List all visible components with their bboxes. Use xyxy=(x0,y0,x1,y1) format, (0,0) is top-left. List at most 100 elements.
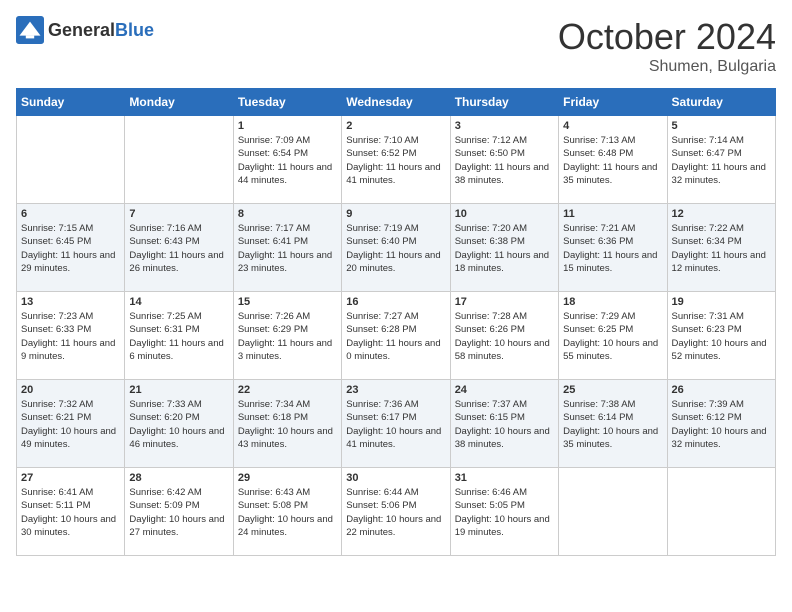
cell-info: Sunrise: 6:44 AMSunset: 5:06 PMDaylight:… xyxy=(346,487,441,538)
day-number: 10 xyxy=(455,208,554,220)
calendar-cell: 15Sunrise: 7:26 AMSunset: 6:29 PMDayligh… xyxy=(233,292,341,380)
calendar-cell: 8 Sunrise: 7:17 AMSunset: 6:41 PMDaylight… xyxy=(233,204,341,292)
day-number: 24 xyxy=(455,384,554,396)
day-number: 11 xyxy=(563,208,662,220)
cell-info: Sunrise: 7:10 AMSunset: 6:52 PMDaylight:… xyxy=(346,135,440,186)
day-number: 5 xyxy=(672,120,771,132)
calendar-cell: 2 Sunrise: 7:10 AMSunset: 6:52 PMDaylight… xyxy=(342,116,450,204)
day-number: 23 xyxy=(346,384,445,396)
calendar-week-4: 27Sunrise: 6:41 AMSunset: 5:11 PMDayligh… xyxy=(17,468,776,556)
cell-info: Sunrise: 7:22 AMSunset: 6:34 PMDaylight:… xyxy=(672,223,766,274)
calendar-cell xyxy=(559,468,667,556)
cell-info: Sunrise: 7:19 AMSunset: 6:40 PMDaylight:… xyxy=(346,223,440,274)
cell-info: Sunrise: 6:43 AMSunset: 5:08 PMDaylight:… xyxy=(238,487,333,538)
day-number: 22 xyxy=(238,384,337,396)
location-title: Shumen, Bulgaria xyxy=(558,58,776,76)
day-number: 28 xyxy=(129,472,228,484)
logo-general: General xyxy=(48,20,115,40)
logo-blue: Blue xyxy=(115,20,154,40)
cell-info: Sunrise: 7:15 AMSunset: 6:45 PMDaylight:… xyxy=(21,223,115,274)
calendar-cell: 11 Sunrise: 7:21 AMSunset: 6:36 PMDayligh… xyxy=(559,204,667,292)
weekday-header-saturday: Saturday xyxy=(667,89,775,116)
day-number: 18 xyxy=(563,296,662,308)
calendar-cell: 26 Sunrise: 7:39 AMSunset: 6:12 PMDayligh… xyxy=(667,380,775,468)
cell-info: Sunrise: 7:31 AMSunset: 6:23 PMDaylight:… xyxy=(672,311,767,362)
day-number: 17 xyxy=(455,296,554,308)
cell-info: Sunrise: 7:20 AMSunset: 6:38 PMDaylight:… xyxy=(455,223,549,274)
day-number: 4 xyxy=(563,120,662,132)
cell-info: Sunrise: 7:09 AMSunset: 6:54 PMDaylight:… xyxy=(238,135,332,186)
calendar-cell: 9 Sunrise: 7:19 AMSunset: 6:40 PMDaylight… xyxy=(342,204,450,292)
cell-info: Sunrise: 7:27 AMSunset: 6:28 PMDaylight:… xyxy=(346,311,440,362)
calendar-cell: 25Sunrise: 7:38 AMSunset: 6:14 PMDayligh… xyxy=(559,380,667,468)
calendar-cell: 29 Sunrise: 6:43 AMSunset: 5:08 PMDayligh… xyxy=(233,468,341,556)
day-number: 20 xyxy=(21,384,120,396)
day-number: 2 xyxy=(346,120,445,132)
logo: GeneralBlue xyxy=(16,16,154,44)
cell-info: Sunrise: 7:14 AMSunset: 6:47 PMDaylight:… xyxy=(672,135,766,186)
calendar-week-0: 1 Sunrise: 7:09 AMSunset: 6:54 PMDaylight… xyxy=(17,116,776,204)
calendar-cell: 4 Sunrise: 7:13 AMSunset: 6:48 PMDaylight… xyxy=(559,116,667,204)
cell-info: Sunrise: 7:39 AMSunset: 6:12 PMDaylight:… xyxy=(672,399,767,450)
calendar-cell: 19Sunrise: 7:31 AMSunset: 6:23 PMDayligh… xyxy=(667,292,775,380)
calendar-cell: 20 Sunrise: 7:32 AMSunset: 6:21 PMDayligh… xyxy=(17,380,125,468)
calendar-cell: 13 Sunrise: 7:23 AMSunset: 6:33 PMDayligh… xyxy=(17,292,125,380)
cell-info: Sunrise: 6:42 AMSunset: 5:09 PMDaylight:… xyxy=(129,487,224,538)
day-number: 1 xyxy=(238,120,337,132)
page-header: GeneralBlue October 2024 Shumen, Bulgari… xyxy=(16,16,776,76)
calendar-cell: 16 Sunrise: 7:27 AMSunset: 6:28 PMDayligh… xyxy=(342,292,450,380)
calendar-cell: 30 Sunrise: 6:44 AMSunset: 5:06 PMDayligh… xyxy=(342,468,450,556)
calendar-cell: 28 Sunrise: 6:42 AMSunset: 5:09 PMDayligh… xyxy=(125,468,233,556)
day-number: 21 xyxy=(129,384,228,396)
calendar-body: 1 Sunrise: 7:09 AMSunset: 6:54 PMDaylight… xyxy=(17,116,776,556)
logo-icon xyxy=(16,16,44,44)
cell-info: Sunrise: 7:13 AMSunset: 6:48 PMDaylight:… xyxy=(563,135,657,186)
day-number: 30 xyxy=(346,472,445,484)
calendar-week-2: 13 Sunrise: 7:23 AMSunset: 6:33 PMDayligh… xyxy=(17,292,776,380)
day-number: 13 xyxy=(21,296,120,308)
weekday-header-row: SundayMondayTuesdayWednesdayThursdayFrid… xyxy=(17,89,776,116)
cell-info: Sunrise: 6:46 AMSunset: 5:05 PMDaylight:… xyxy=(455,487,550,538)
cell-info: Sunrise: 6:41 AMSunset: 5:11 PMDaylight:… xyxy=(21,487,116,538)
weekday-header-tuesday: Tuesday xyxy=(233,89,341,116)
cell-info: Sunrise: 7:36 AMSunset: 6:17 PMDaylight:… xyxy=(346,399,441,450)
day-number: 16 xyxy=(346,296,445,308)
title-block: October 2024 Shumen, Bulgaria xyxy=(558,16,776,76)
calendar-cell: 3 Sunrise: 7:12 AMSunset: 6:50 PMDaylight… xyxy=(450,116,558,204)
calendar-cell: 7 Sunrise: 7:16 AMSunset: 6:43 PMDaylight… xyxy=(125,204,233,292)
calendar-cell: 21 Sunrise: 7:33 AMSunset: 6:20 PMDayligh… xyxy=(125,380,233,468)
calendar-cell: 23 Sunrise: 7:36 AMSunset: 6:17 PMDayligh… xyxy=(342,380,450,468)
weekday-header-wednesday: Wednesday xyxy=(342,89,450,116)
cell-info: Sunrise: 7:23 AMSunset: 6:33 PMDaylight:… xyxy=(21,311,115,362)
day-number: 6 xyxy=(21,208,120,220)
calendar-cell: 14Sunrise: 7:25 AMSunset: 6:31 PMDayligh… xyxy=(125,292,233,380)
day-number: 7 xyxy=(129,208,228,220)
day-number: 8 xyxy=(238,208,337,220)
day-number: 26 xyxy=(672,384,771,396)
weekday-header-monday: Monday xyxy=(125,89,233,116)
cell-info: Sunrise: 7:12 AMSunset: 6:50 PMDaylight:… xyxy=(455,135,549,186)
calendar-cell: 24Sunrise: 7:37 AMSunset: 6:15 PMDayligh… xyxy=(450,380,558,468)
calendar-header: SundayMondayTuesdayWednesdayThursdayFrid… xyxy=(17,89,776,116)
cell-info: Sunrise: 7:33 AMSunset: 6:20 PMDaylight:… xyxy=(129,399,224,450)
calendar-cell: 18 Sunrise: 7:29 AMSunset: 6:25 PMDayligh… xyxy=(559,292,667,380)
calendar-week-1: 6 Sunrise: 7:15 AMSunset: 6:45 PMDaylight… xyxy=(17,204,776,292)
calendar-cell: 31Sunrise: 6:46 AMSunset: 5:05 PMDayligh… xyxy=(450,468,558,556)
cell-info: Sunrise: 7:16 AMSunset: 6:43 PMDaylight:… xyxy=(129,223,223,274)
weekday-header-sunday: Sunday xyxy=(17,89,125,116)
cell-info: Sunrise: 7:17 AMSunset: 6:41 PMDaylight:… xyxy=(238,223,332,274)
cell-info: Sunrise: 7:29 AMSunset: 6:25 PMDaylight:… xyxy=(563,311,658,362)
day-number: 9 xyxy=(346,208,445,220)
calendar-cell: 22Sunrise: 7:34 AMSunset: 6:18 PMDayligh… xyxy=(233,380,341,468)
logo-text: GeneralBlue xyxy=(48,20,154,41)
cell-info: Sunrise: 7:32 AMSunset: 6:21 PMDaylight:… xyxy=(21,399,116,450)
cell-info: Sunrise: 7:21 AMSunset: 6:36 PMDaylight:… xyxy=(563,223,657,274)
day-number: 3 xyxy=(455,120,554,132)
weekday-header-thursday: Thursday xyxy=(450,89,558,116)
day-number: 29 xyxy=(238,472,337,484)
month-title: October 2024 xyxy=(558,16,776,58)
calendar-cell: 6 Sunrise: 7:15 AMSunset: 6:45 PMDaylight… xyxy=(17,204,125,292)
day-number: 15 xyxy=(238,296,337,308)
calendar-table: SundayMondayTuesdayWednesdayThursdayFrid… xyxy=(16,88,776,556)
calendar-cell: 12Sunrise: 7:22 AMSunset: 6:34 PMDayligh… xyxy=(667,204,775,292)
